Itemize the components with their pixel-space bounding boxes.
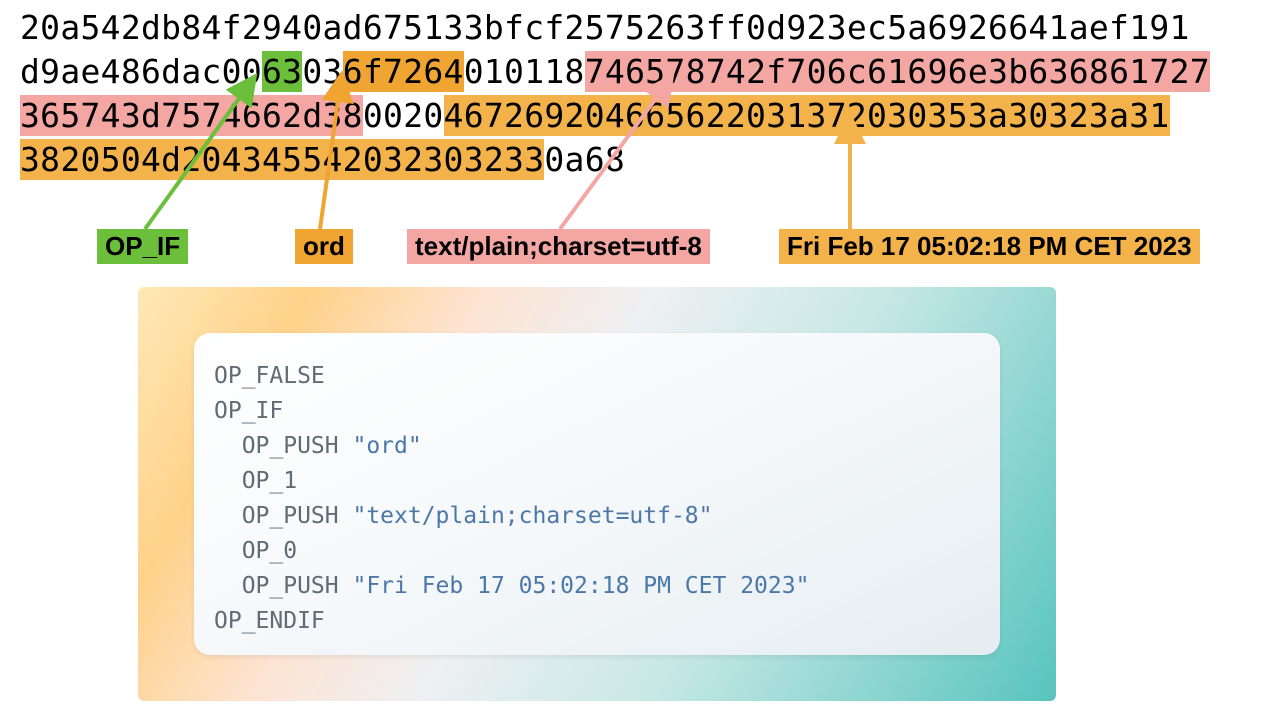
label-ord: ord bbox=[295, 229, 353, 264]
script-str: "Fri Feb 17 05:02:18 PM CET 2023" bbox=[352, 573, 809, 599]
hex-dump: 20a542db84f2940ad675133bfcf2575263ff0d92… bbox=[20, 6, 1255, 182]
script-line: OP_PUSH "text/plain;charset=utf-8" bbox=[214, 499, 980, 534]
script-line: OP_FALSE bbox=[214, 359, 980, 394]
code-card-backdrop: OP_FALSE OP_IF OP_PUSH "ord" OP_1 OP_PUS… bbox=[138, 287, 1056, 701]
hex-ord: 6f7264 bbox=[343, 51, 464, 92]
script-line: OP_PUSH "ord" bbox=[214, 429, 980, 464]
label-mime: text/plain;charset=utf-8 bbox=[407, 229, 710, 264]
hex-segment: 03 bbox=[302, 51, 342, 92]
label-opif: OP_IF bbox=[97, 229, 188, 264]
script-op: OP_PUSH bbox=[242, 503, 353, 529]
script-str: "ord" bbox=[352, 433, 421, 459]
hex-date: 3820504d204345542032303233 bbox=[20, 139, 544, 180]
script-str: "text/plain;charset=utf-8" bbox=[352, 503, 712, 529]
script-line: OP_ENDIF bbox=[214, 604, 980, 639]
hex-mime: 746578742f706c61696e3b636861727 bbox=[585, 51, 1210, 92]
script-op: OP_PUSH bbox=[242, 573, 353, 599]
script-line: OP_1 bbox=[214, 464, 980, 499]
label-date: Fri Feb 17 05:02:18 PM CET 2023 bbox=[779, 229, 1200, 264]
hex-segment: 20a542db84f2940ad675133bfcf2575263ff0d92… bbox=[20, 7, 1190, 48]
hex-opif: 63 bbox=[262, 51, 302, 92]
hex-date: 467269204665622031372030353a30323a31 bbox=[444, 95, 1170, 136]
script-line: OP_IF bbox=[214, 394, 980, 429]
hex-segment: 0a68 bbox=[544, 139, 625, 180]
hex-segment: 010118 bbox=[464, 51, 585, 92]
hex-mime: 365743d7574662d38 bbox=[20, 95, 363, 136]
code-card: OP_FALSE OP_IF OP_PUSH "ord" OP_1 OP_PUS… bbox=[194, 333, 1000, 655]
hex-segment: 0020 bbox=[363, 95, 444, 136]
script-line: OP_0 bbox=[214, 534, 980, 569]
script-line: OP_PUSH "Fri Feb 17 05:02:18 PM CET 2023… bbox=[214, 569, 980, 604]
hex-segment: d9ae486dac00 bbox=[20, 51, 262, 92]
script-op: OP_PUSH bbox=[242, 433, 353, 459]
